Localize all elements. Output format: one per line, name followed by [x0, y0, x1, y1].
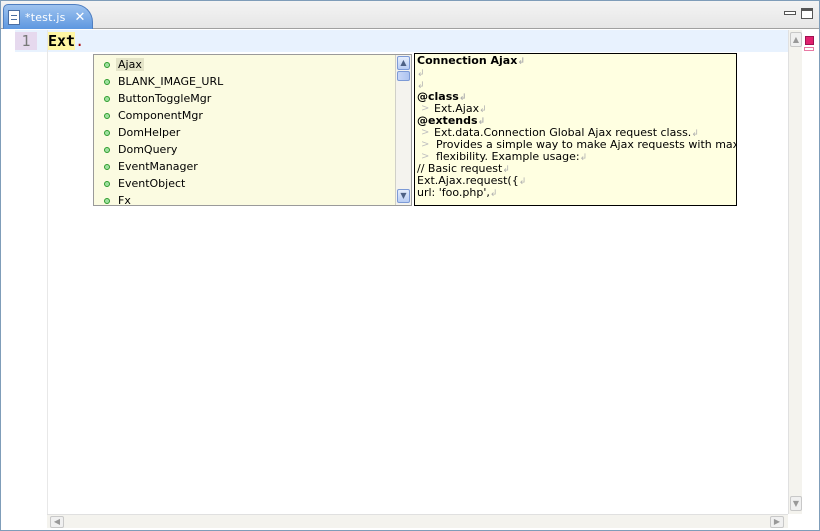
horizontal-scrollbar[interactable]: ◀ ▶ [47, 514, 788, 528]
maximize-icon[interactable] [801, 8, 813, 19]
autocomplete-item[interactable]: DomQuery [94, 141, 394, 158]
editor-window: *test.js ✕ 1 Ext. Fx EventObject EventMana… [0, 0, 820, 531]
autocomplete-item[interactable]: ComponentMgr [94, 107, 394, 124]
tab-label: *test.js [25, 10, 66, 24]
scroll-thumb[interactable] [397, 71, 410, 81]
line-end-mark: ↲ [579, 153, 588, 163]
vertical-scrollbar[interactable]: ▲ ▼ [788, 30, 802, 514]
overview-ruler [802, 30, 819, 514]
scroll-up-icon[interactable]: ▲ [790, 32, 802, 47]
code-keyword: Ext [48, 32, 76, 50]
scroll-down-icon[interactable]: ▼ [790, 496, 802, 511]
autocomplete-item-label: ButtonToggleMgr [118, 92, 212, 105]
line-end-mark: ↲ [518, 177, 527, 187]
quote-marker: > [421, 127, 430, 138]
scroll-up-icon[interactable]: ▲ [397, 56, 410, 70]
tab-bar: *test.js ✕ [1, 1, 819, 29]
line-end-mark: ↲ [479, 105, 487, 115]
autocomplete-item[interactable]: Fx [94, 192, 394, 209]
autocomplete-item-label: ComponentMgr [118, 109, 203, 122]
field-icon [104, 129, 110, 136]
tab-test-js[interactable]: *test.js ✕ [3, 4, 93, 29]
quote-marker: > [421, 139, 430, 150]
field-icon [104, 95, 110, 102]
autocomplete-item[interactable]: DomHelper [94, 124, 394, 141]
js-file-icon [8, 9, 20, 25]
doc-title: Connection Ajax↲ [417, 54, 525, 68]
autocomplete-list[interactable]: Fx EventObject EventManager DomQuery DomHelp… [93, 54, 412, 209]
line-end-mark: ↲ [417, 69, 425, 79]
scroll-down-icon[interactable]: ▼ [397, 189, 410, 203]
scroll-left-icon[interactable]: ◀ [50, 516, 64, 528]
code-line[interactable]: Ext. [48, 32, 84, 51]
autocomplete-item[interactable]: ButtonToggleMgr [94, 90, 394, 107]
current-line-highlight [15, 30, 788, 52]
field-icon [104, 78, 110, 85]
autocomplete-item-label: Fx [118, 194, 131, 207]
line-end-mark: ↲ [489, 189, 498, 199]
error-marker-icon[interactable] [805, 36, 814, 45]
autocomplete-item[interactable]: BLANK_IMAGE_URL [94, 73, 394, 90]
scroll-right-icon[interactable]: ▶ [770, 516, 784, 528]
autocomplete-item-label: EventObject [118, 177, 186, 190]
minimize-icon[interactable] [784, 11, 796, 15]
field-icon [104, 61, 110, 68]
annotation-tick[interactable] [804, 47, 814, 51]
gutter-divider [47, 30, 48, 514]
autocomplete-item[interactable]: EventObject [94, 175, 394, 192]
close-icon[interactable]: ✕ [75, 10, 86, 25]
field-icon [104, 163, 110, 170]
autocomplete-item-label: EventManager [118, 160, 198, 173]
field-icon [104, 180, 110, 187]
doc-line: url: 'foo.php',↲ [417, 186, 498, 200]
autocomplete-item[interactable]: EventManager [94, 158, 394, 175]
field-icon [104, 197, 110, 204]
autocomplete-scrollbar[interactable]: ▲ ▼ [395, 55, 411, 205]
documentation-popup: Connection Ajax↲ ↲ ↲ @class↲ > Ext.Ajax↲ @ext… [414, 53, 737, 206]
autocomplete-item-label: Ajax [116, 58, 144, 71]
gutter-footer [15, 514, 47, 528]
field-icon [104, 146, 110, 153]
doc-line: ↲ [417, 79, 734, 91]
autocomplete-item-label: DomQuery [118, 143, 178, 156]
autocomplete-item-label: DomHelper [118, 126, 181, 139]
field-icon [104, 112, 110, 119]
autocomplete-item-label: BLANK_IMAGE_URL [118, 75, 224, 88]
autocomplete-item[interactable]: Ajax [94, 56, 394, 73]
code-dot: . [75, 32, 85, 50]
doc-line: ↲ [417, 67, 734, 79]
line-number: 1 [15, 32, 37, 50]
